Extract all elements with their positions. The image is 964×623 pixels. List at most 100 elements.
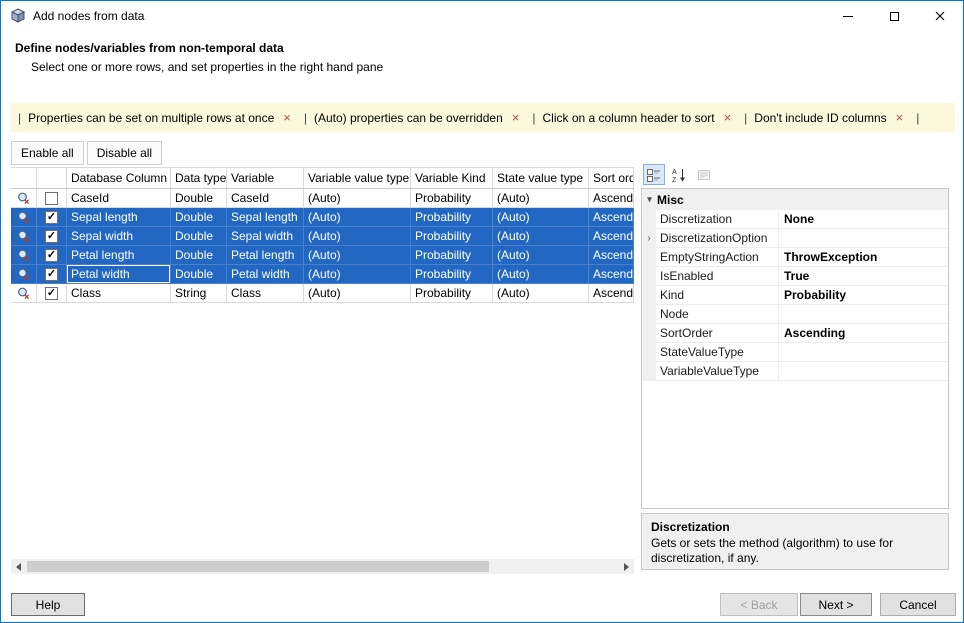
row-checkbox[interactable]: ✓: [45, 249, 58, 262]
property-value[interactable]: [779, 229, 948, 248]
property-category-misc[interactable]: ▾ Misc: [642, 189, 948, 210]
row-checkbox[interactable]: ✓: [45, 268, 58, 281]
table-cell[interactable]: Petal length: [227, 246, 304, 265]
property-name[interactable]: SortOrder: [656, 324, 779, 343]
row-checkbox[interactable]: ✓: [45, 211, 58, 224]
table-row[interactable]: ✓ClassStringClass(Auto)Probability(Auto)…: [11, 284, 634, 303]
next-button[interactable]: Next >: [800, 593, 872, 616]
table-cell[interactable]: Sepal length: [227, 208, 304, 227]
minimize-button[interactable]: [825, 1, 871, 31]
property-row[interactable]: ›DiscretizationOption: [642, 229, 948, 248]
property-name[interactable]: Node: [656, 305, 779, 324]
horizontal-scrollbar[interactable]: [11, 559, 634, 574]
table-cell[interactable]: Sepal width: [227, 227, 304, 246]
cancel-button[interactable]: Cancel: [880, 593, 956, 616]
table-cell[interactable]: Petal width: [67, 265, 171, 284]
table-cell[interactable]: Double: [171, 246, 227, 265]
property-name[interactable]: StateValueType: [656, 343, 779, 362]
table-cell[interactable]: Ascending: [589, 265, 634, 284]
property-name[interactable]: EmptyStringAction: [656, 248, 779, 267]
table-cell[interactable]: Class: [227, 284, 304, 303]
table-cell[interactable]: (Auto): [304, 265, 411, 284]
table-cell[interactable]: (Auto): [304, 189, 411, 208]
table-row[interactable]: ✓Petal widthDoublePetal width(Auto)Proba…: [11, 265, 634, 284]
row-checkbox[interactable]: [45, 192, 58, 205]
table-cell[interactable]: Double: [171, 227, 227, 246]
property-row[interactable]: SortOrderAscending: [642, 324, 948, 343]
table-row[interactable]: ✓Sepal widthDoubleSepal width(Auto)Proba…: [11, 227, 634, 246]
table-cell[interactable]: (Auto): [493, 208, 589, 227]
table-cell[interactable]: Probability: [411, 208, 493, 227]
table-cell[interactable]: (Auto): [493, 246, 589, 265]
scroll-thumb[interactable]: [27, 561, 489, 572]
property-value[interactable]: True: [779, 267, 948, 286]
table-cell[interactable]: (Auto): [304, 227, 411, 246]
table-cell[interactable]: Probability: [411, 227, 493, 246]
sort-alphabetical-button[interactable]: A Z: [668, 164, 690, 185]
column-header-blank-0[interactable]: [11, 168, 37, 188]
column-header-sort-order[interactable]: Sort order: [589, 168, 634, 188]
table-row[interactable]: ✓Sepal lengthDoubleSepal length(Auto)Pro…: [11, 208, 634, 227]
property-value[interactable]: ThrowException: [779, 248, 948, 267]
scroll-right-arrow[interactable]: [619, 559, 634, 574]
table-cell[interactable]: (Auto): [493, 284, 589, 303]
table-cell[interactable]: (Auto): [493, 189, 589, 208]
property-name[interactable]: IsEnabled: [656, 267, 779, 286]
column-header-database-column[interactable]: Database Column: [67, 168, 171, 188]
table-cell[interactable]: (Auto): [493, 227, 589, 246]
property-value[interactable]: [779, 362, 948, 381]
column-header-variable[interactable]: Variable: [227, 168, 304, 188]
property-row[interactable]: KindProbability: [642, 286, 948, 305]
tip-close-icon[interactable]: ×: [512, 111, 520, 124]
tip-close-icon[interactable]: ×: [896, 111, 904, 124]
tip-close-icon[interactable]: ×: [724, 111, 732, 124]
table-cell[interactable]: Ascending: [589, 208, 634, 227]
property-row[interactable]: DiscretizationNone: [642, 210, 948, 229]
property-value[interactable]: None: [779, 210, 948, 229]
row-checkbox[interactable]: ✓: [45, 287, 58, 300]
scroll-left-arrow[interactable]: [11, 559, 26, 574]
property-value[interactable]: Ascending: [779, 324, 948, 343]
table-cell[interactable]: Probability: [411, 284, 493, 303]
table-cell[interactable]: Double: [171, 208, 227, 227]
property-row[interactable]: IsEnabledTrue: [642, 267, 948, 286]
row-checkbox[interactable]: ✓: [45, 230, 58, 243]
table-cell[interactable]: Ascending: [589, 284, 634, 303]
property-row[interactable]: VariableValueType: [642, 362, 948, 381]
table-cell[interactable]: Probability: [411, 189, 493, 208]
table-cell[interactable]: Petal length: [67, 246, 171, 265]
table-cell[interactable]: Probability: [411, 246, 493, 265]
table-cell[interactable]: CaseId: [227, 189, 304, 208]
column-header-state-value-type[interactable]: State value type: [493, 168, 589, 188]
property-pages-button[interactable]: [693, 164, 715, 185]
table-cell[interactable]: CaseId: [67, 189, 171, 208]
property-row[interactable]: Node: [642, 305, 948, 324]
table-cell[interactable]: (Auto): [304, 208, 411, 227]
back-button[interactable]: < Back: [720, 593, 798, 616]
property-name[interactable]: Discretization: [656, 210, 779, 229]
table-row[interactable]: ✓Petal lengthDoublePetal length(Auto)Pro…: [11, 246, 634, 265]
table-cell[interactable]: Sepal width: [67, 227, 171, 246]
property-value[interactable]: [779, 343, 948, 362]
table-cell[interactable]: Class: [67, 284, 171, 303]
table-cell[interactable]: (Auto): [493, 265, 589, 284]
column-header-variable-kind[interactable]: Variable Kind: [411, 168, 493, 188]
table-row[interactable]: CaseIdDoubleCaseId(Auto)Probability(Auto…: [11, 189, 634, 208]
categorized-button[interactable]: [643, 164, 665, 185]
property-value[interactable]: [779, 305, 948, 324]
property-name[interactable]: DiscretizationOption: [656, 229, 779, 248]
disable-all-button[interactable]: Disable all: [87, 141, 162, 165]
property-value[interactable]: Probability: [779, 286, 948, 305]
table-cell[interactable]: String: [171, 284, 227, 303]
help-button[interactable]: Help: [11, 593, 85, 616]
table-cell[interactable]: (Auto): [304, 246, 411, 265]
table-cell[interactable]: Sepal length: [67, 208, 171, 227]
maximize-button[interactable]: [871, 1, 917, 31]
property-name[interactable]: VariableValueType: [656, 362, 779, 381]
property-name[interactable]: Kind: [656, 286, 779, 305]
table-cell[interactable]: Petal width: [227, 265, 304, 284]
enable-all-button[interactable]: Enable all: [11, 141, 84, 165]
table-cell[interactable]: Double: [171, 189, 227, 208]
close-button[interactable]: [917, 1, 963, 31]
table-cell[interactable]: (Auto): [304, 284, 411, 303]
